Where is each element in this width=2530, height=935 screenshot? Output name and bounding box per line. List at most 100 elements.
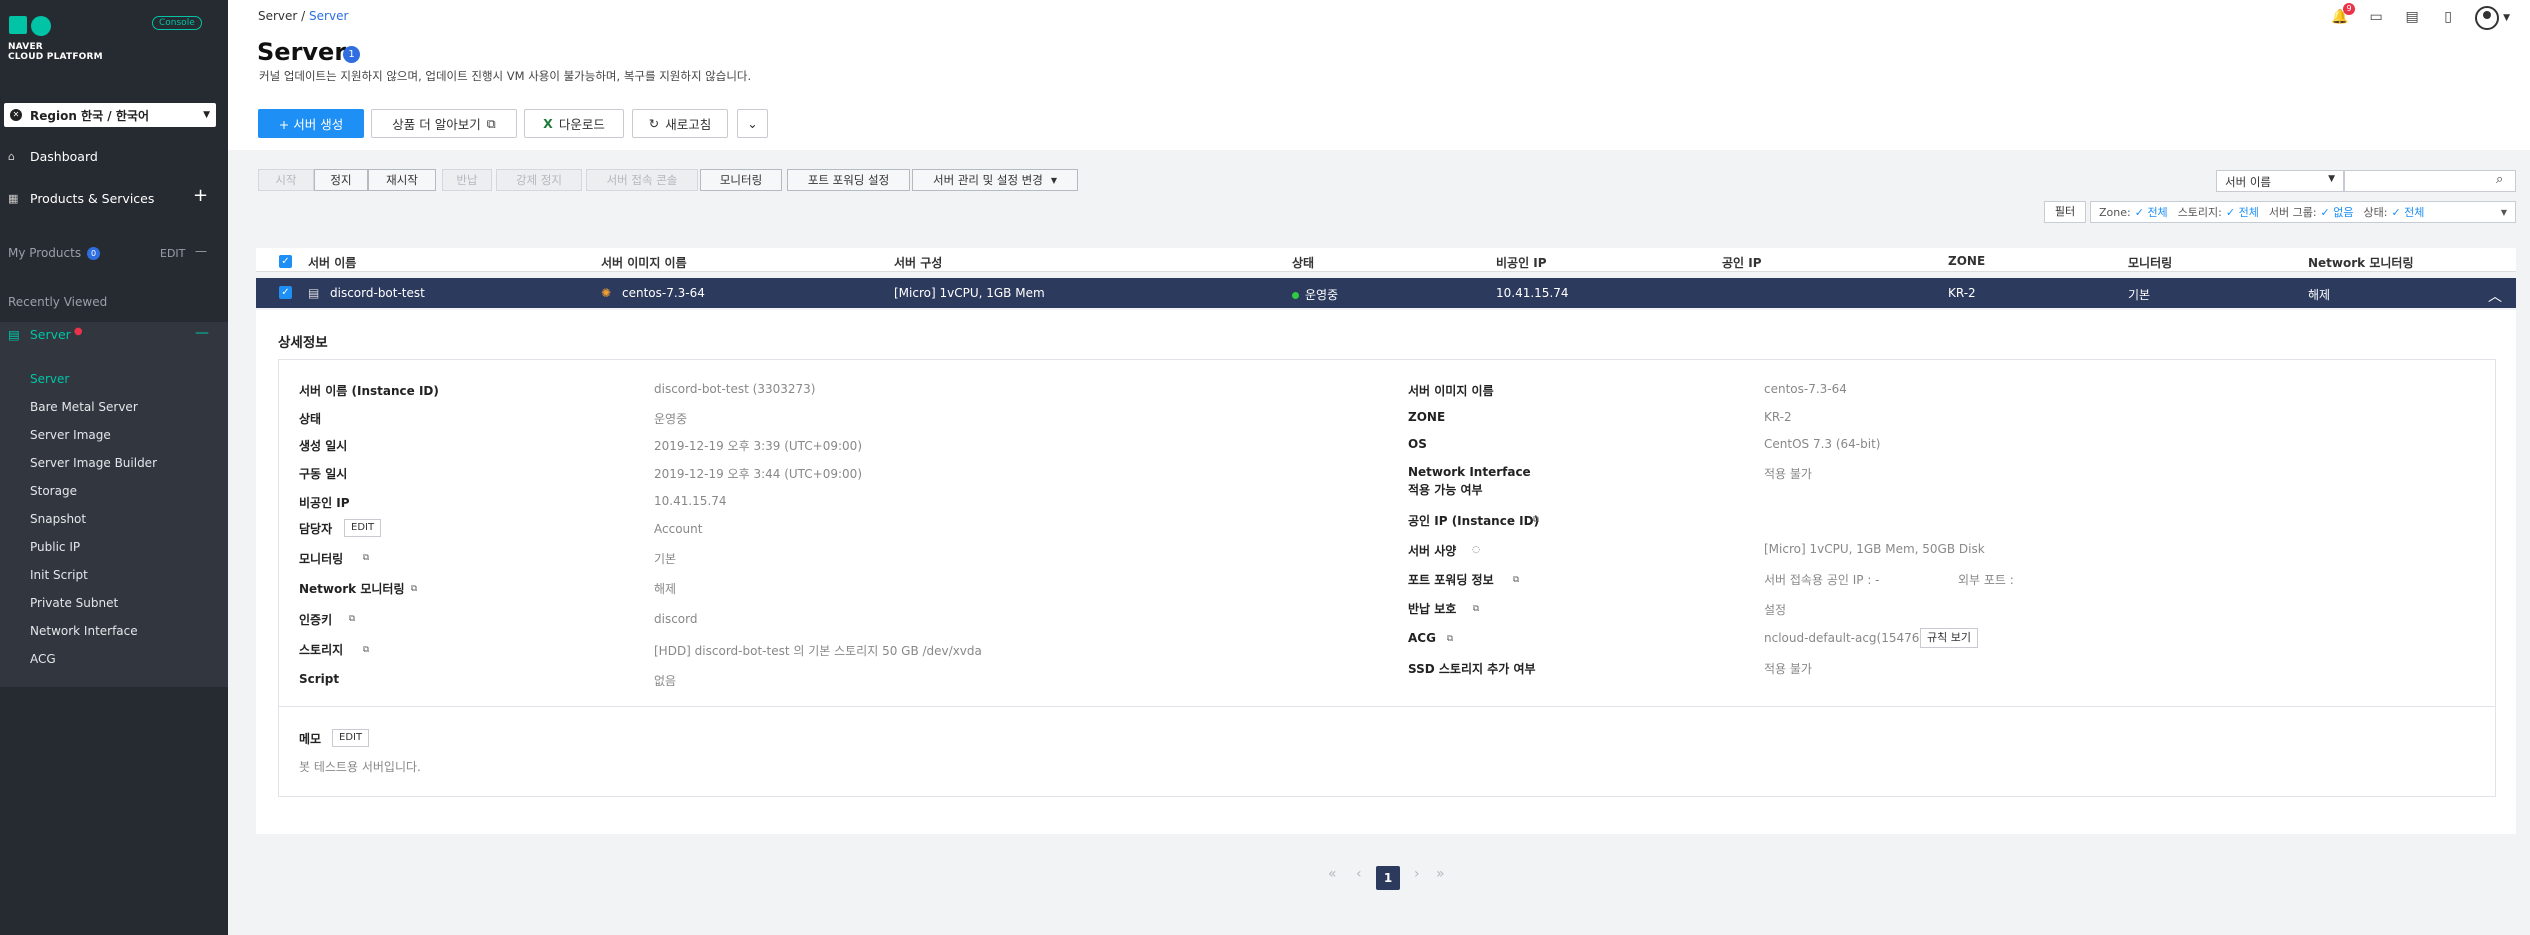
external-link-icon[interactable]: ⧉: [1470, 603, 1482, 615]
console-access-button[interactable]: 서버 접속 콘솔: [586, 169, 698, 191]
detail-label: 서버 이름 (Instance ID): [299, 384, 439, 398]
external-link-icon[interactable]: ⧉: [408, 583, 420, 595]
detail-value: discord-bot-test (3303273): [654, 382, 816, 396]
external-link-icon[interactable]: ⧉: [360, 552, 372, 564]
my-products[interactable]: My Products 0: [8, 246, 101, 260]
sidebar-item-image-builder[interactable]: Server Image Builder: [30, 456, 157, 470]
page-current[interactable]: 1: [1376, 866, 1400, 890]
stop-button[interactable]: 정지: [314, 169, 368, 191]
recently-viewed: Recently Viewed: [8, 295, 108, 309]
filter-button[interactable]: 필터: [2044, 201, 2086, 223]
nav-products[interactable]: ▦ Products & Services: [8, 191, 154, 206]
detail-label: ZONE: [1408, 410, 1446, 424]
view-rules-button[interactable]: 규칙 보기: [1920, 628, 1978, 648]
filter-zone-label: Zone:: [2099, 205, 2131, 219]
select-all-checkbox[interactable]: ✓: [279, 255, 292, 268]
sidebar-item-init-script[interactable]: Init Script: [30, 568, 88, 582]
col-header[interactable]: 공인 IP: [1722, 254, 1762, 271]
col-header[interactable]: 서버 이름: [308, 254, 356, 271]
detail-label: ACG: [1408, 631, 1436, 645]
bell-icon[interactable]: 🔔 9: [2331, 3, 2356, 27]
external-link-icon[interactable]: ⧉: [1510, 574, 1522, 586]
naver-logo-icon[interactable]: [9, 16, 51, 36]
external-link-icon[interactable]: ⧉: [1530, 514, 1542, 526]
collapse-icon[interactable]: —: [195, 325, 209, 341]
detail-value: discord: [654, 612, 698, 626]
console-button[interactable]: Console: [152, 16, 202, 30]
detail-value: 2019-12-19 오후 3:44 (UTC+09:00): [654, 467, 862, 481]
sidebar-item-public-ip[interactable]: Public IP: [30, 540, 80, 554]
info-icon[interactable]: ◌: [1470, 544, 1482, 556]
detail-label: 생성 일시: [299, 439, 348, 453]
chevron-up-icon[interactable]: ︿: [2488, 286, 2502, 306]
region-selector[interactable]: ✕ Region 한국 / 한국어 ▼: [4, 103, 216, 127]
nav-dashboard[interactable]: ⌂ Dashboard: [8, 149, 98, 164]
refresh-button[interactable]: ↻ 새로고침: [632, 109, 728, 138]
sidebar-item-private-subnet[interactable]: Private Subnet: [30, 596, 118, 610]
cell-status-text: 운영중: [1305, 288, 1339, 302]
external-link-icon[interactable]: ⧉: [360, 644, 372, 656]
monitoring-button[interactable]: 모니터링: [700, 169, 782, 191]
col-header[interactable]: 상태: [1292, 254, 1314, 271]
create-server-button[interactable]: + 서버 생성: [258, 109, 364, 138]
sidebar-item-server[interactable]: Server: [30, 372, 69, 386]
external-link-icon[interactable]: ⧉: [346, 613, 358, 625]
external-link-icon[interactable]: ⧉: [1444, 633, 1456, 645]
prev-page-icon[interactable]: ‹: [1356, 866, 1362, 882]
return-button[interactable]: 반납: [442, 169, 492, 191]
detail-label: 구동 일시: [299, 467, 348, 481]
collapse-icon[interactable]: —: [195, 244, 207, 258]
sidebar-item-acg[interactable]: ACG: [30, 652, 56, 666]
book-icon[interactable]: ▯: [2439, 9, 2457, 27]
server-group-header[interactable]: ▤ Server ●: [8, 326, 83, 342]
search-input[interactable]: [2344, 170, 2516, 192]
sidebar-item-network-interface[interactable]: Network Interface: [30, 624, 138, 638]
new-dot-icon: ●: [73, 326, 83, 337]
breadcrumb-current[interactable]: Server: [309, 9, 348, 23]
more-dropdown-button[interactable]: ⌄: [737, 109, 768, 138]
first-page-icon[interactable]: «: [1328, 866, 1337, 882]
sidebar-item-snapshot[interactable]: Snapshot: [30, 512, 86, 526]
breadcrumb-root[interactable]: Server /: [258, 9, 305, 23]
download-button[interactable]: X 다운로드: [524, 109, 624, 138]
restart-button[interactable]: 재시작: [368, 169, 436, 191]
col-header[interactable]: 모니터링: [2128, 254, 2172, 271]
document-icon[interactable]: ▤: [2403, 9, 2421, 27]
filter-group-label: 서버 그룹:: [2268, 206, 2317, 219]
col-header[interactable]: 서버 구성: [894, 254, 942, 271]
server-settings-dropdown[interactable]: 서버 관리 및 설정 변경 ▼: [912, 169, 1078, 191]
port-forwarding-button[interactable]: 포트 포워딩 설정: [787, 169, 910, 191]
search-icon[interactable]: ⌕: [2496, 172, 2503, 187]
col-header[interactable]: 서버 이미지 이름: [601, 254, 687, 271]
sidebar-item-storage[interactable]: Storage: [30, 484, 77, 498]
col-header[interactable]: Network 모니터링: [2308, 254, 2414, 271]
next-page-icon[interactable]: ›: [1414, 866, 1420, 882]
last-page-icon[interactable]: »: [1436, 866, 1445, 882]
table-row[interactable]: [256, 278, 2516, 308]
row-checkbox[interactable]: ✓: [279, 286, 292, 299]
detail-value: 없음: [654, 674, 677, 688]
add-icon[interactable]: +: [193, 185, 208, 206]
server-settings-label: 서버 관리 및 설정 변경: [933, 173, 1043, 187]
filter-status-value: ✓ 전체: [2391, 206, 2425, 219]
col-header[interactable]: 비공인 IP: [1496, 254, 1547, 271]
owner-edit-button[interactable]: EDIT: [344, 519, 382, 537]
detail-value: 10.41.15.74: [654, 494, 727, 508]
detail-value: 기본: [654, 552, 677, 566]
detail-value: KR-2: [1764, 410, 1792, 424]
my-products-edit[interactable]: EDIT: [160, 247, 185, 260]
sidebar-item-server-image[interactable]: Server Image: [30, 428, 111, 442]
learn-more-button[interactable]: 상품 더 알아보기 ⧉: [371, 109, 517, 138]
memo-edit-button[interactable]: EDIT: [332, 729, 370, 747]
chat-icon[interactable]: ▭: [2367, 9, 2385, 27]
search-field-select[interactable]: 서버 이름 ▼: [2216, 170, 2344, 192]
filter-summary[interactable]: Zone: ✓ 전체 스토리지: ✓ 전체 서버 그룹: ✓ 없음 상태: ✓ 전체 ▼: [2090, 201, 2516, 223]
detail-label: 비공인 IP: [299, 496, 350, 510]
divider: [279, 706, 2495, 707]
col-header[interactable]: ZONE: [1948, 254, 1985, 268]
start-button[interactable]: 시작: [258, 169, 314, 191]
detail-label: 모니터링: [299, 552, 344, 566]
user-menu[interactable]: ▼: [2475, 6, 2510, 30]
force-stop-button[interactable]: 강제 정지: [496, 169, 582, 191]
sidebar-item-bare-metal[interactable]: Bare Metal Server: [30, 400, 138, 414]
